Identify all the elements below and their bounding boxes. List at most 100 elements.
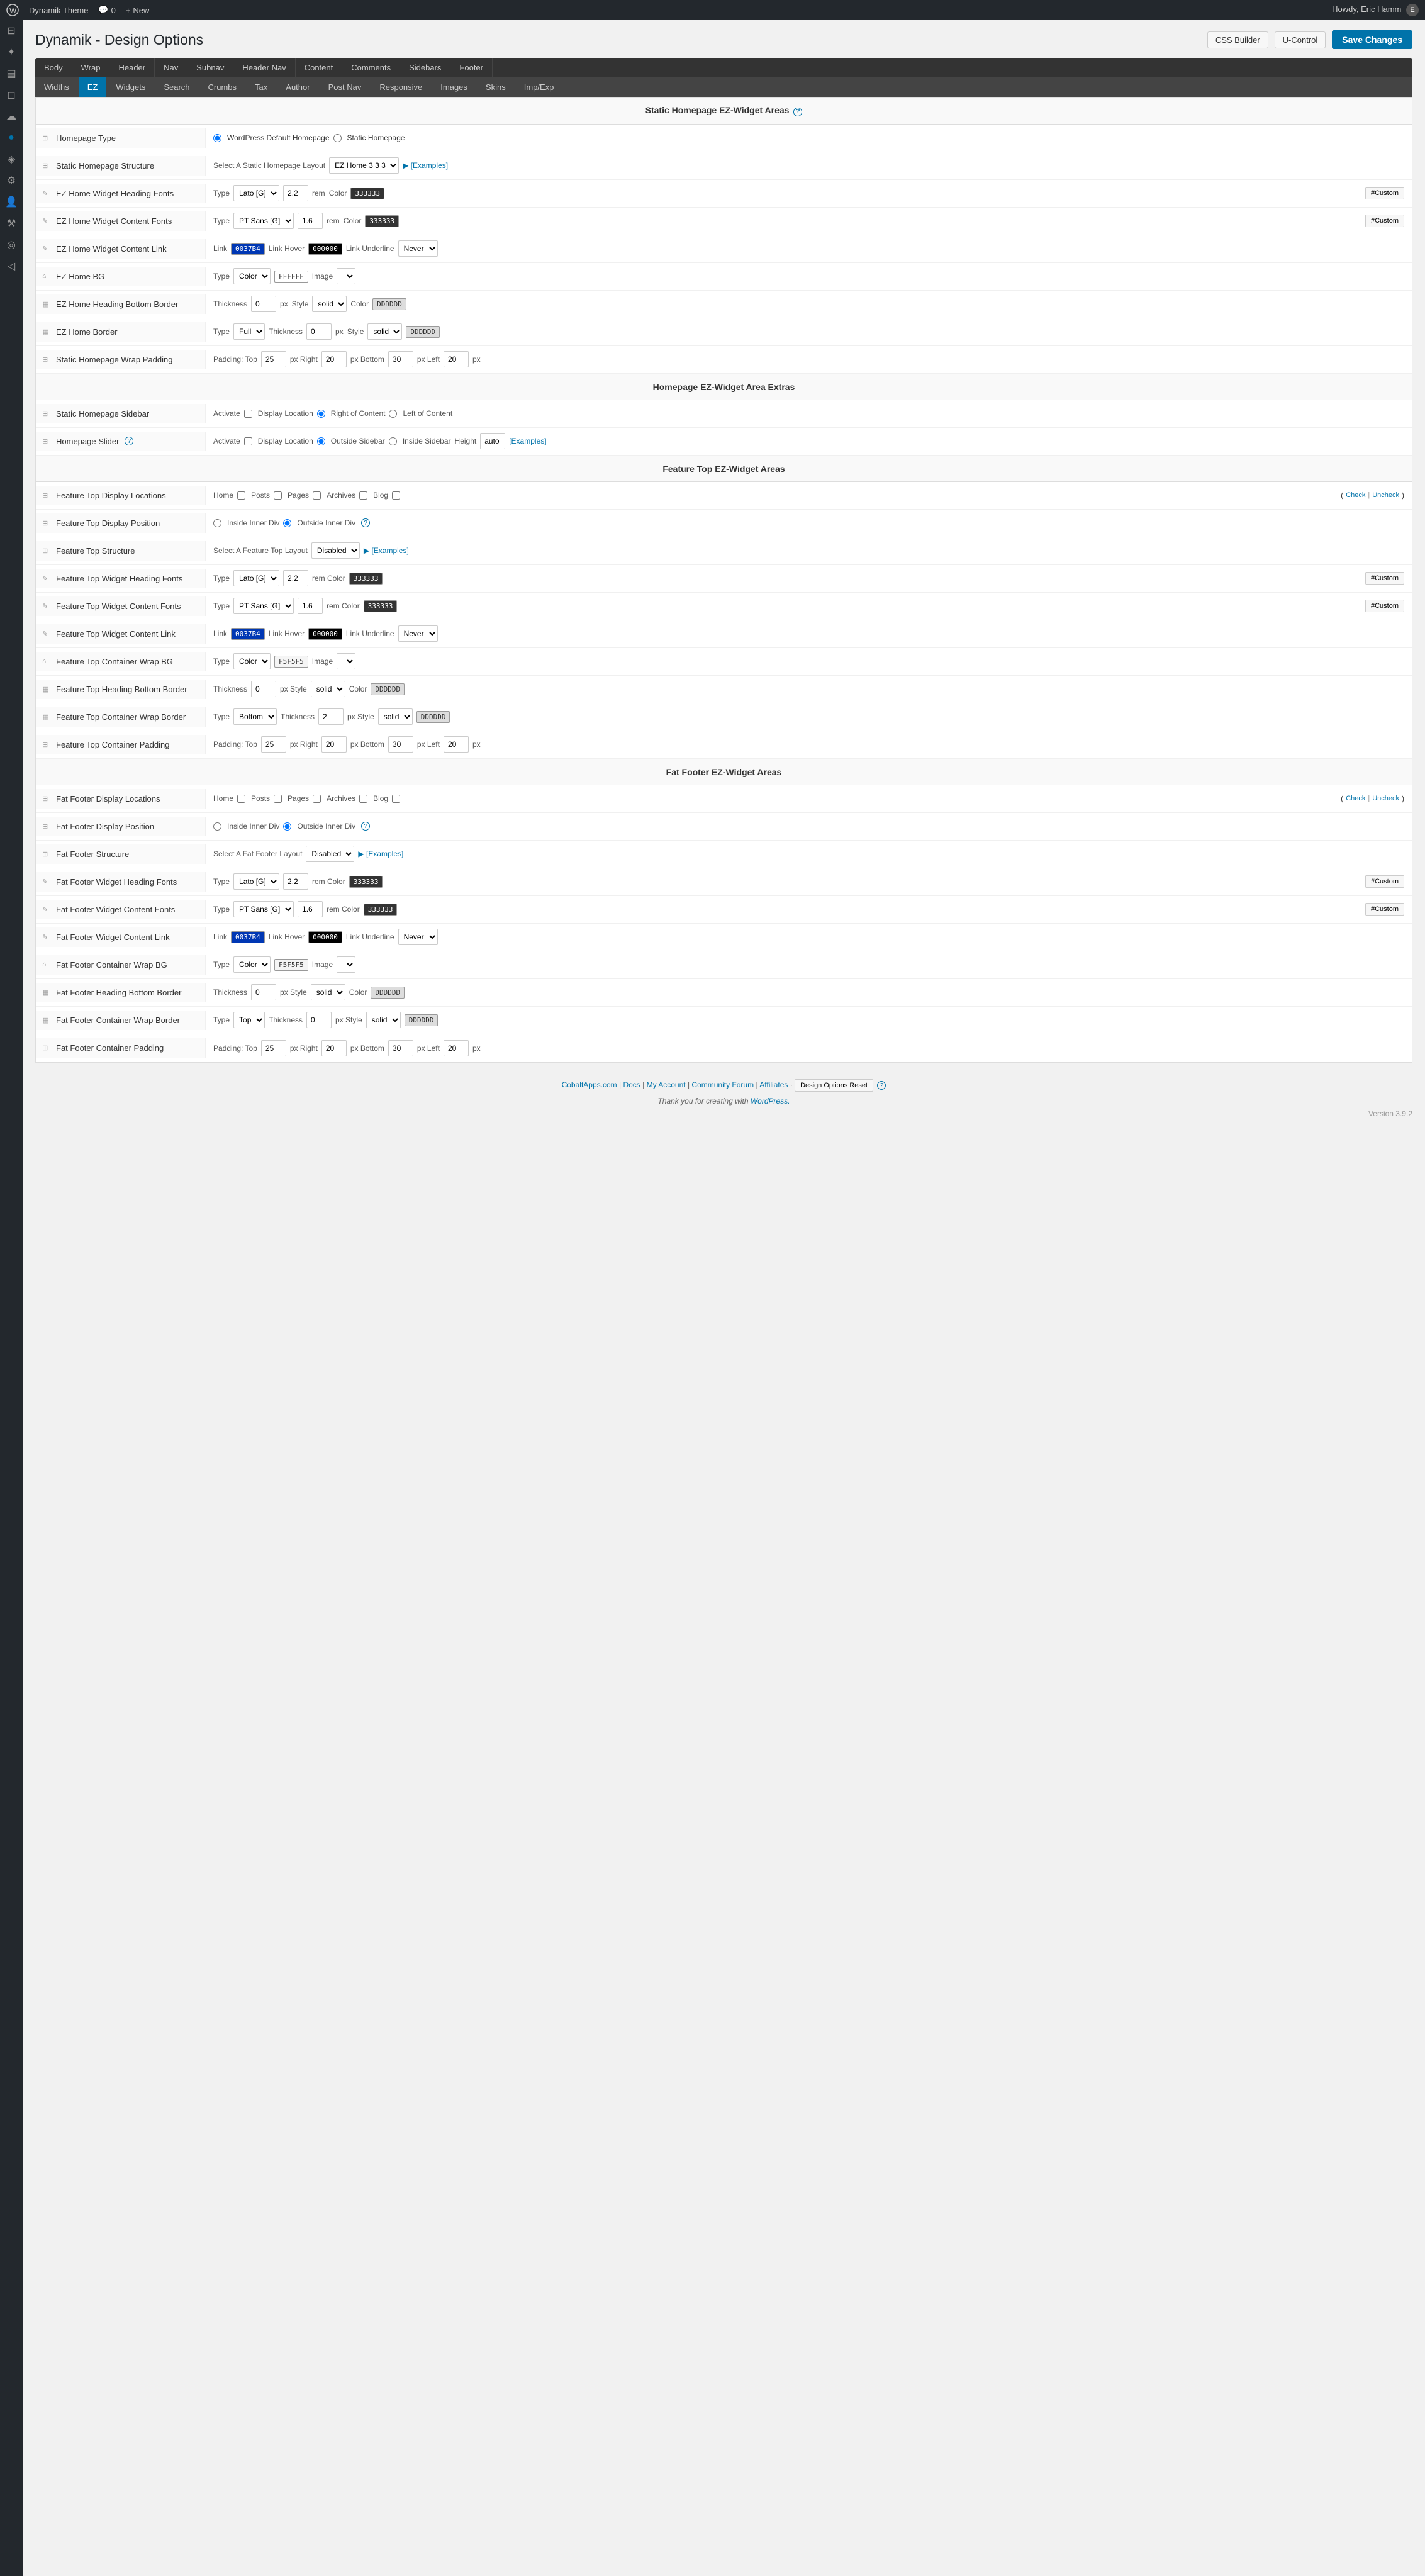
tab-crumbs[interactable]: Crumbs (199, 77, 247, 97)
feature-top-link-hover-color-display[interactable]: 000000 (308, 628, 342, 640)
fat-footer-structure-select[interactable]: Disabled (306, 846, 354, 862)
feature-top-content-size-input[interactable] (298, 598, 323, 614)
tab-content[interactable]: Content (296, 58, 343, 77)
tab-search[interactable]: Search (155, 77, 199, 97)
sidebar-collapse-icon[interactable]: ◁ (0, 255, 23, 277)
feature-top-check-all-link[interactable]: Check (1346, 491, 1365, 499)
feature-top-heading-size-input[interactable] (283, 570, 308, 586)
fat-footer-content-color-display[interactable]: 333333 (364, 904, 398, 916)
footer-docs-link[interactable]: Docs (623, 1080, 640, 1089)
static-homepage-help-link[interactable]: ? (793, 108, 802, 116)
fat-footer-heading-size-input[interactable] (283, 873, 308, 890)
static-homepage-sidebar-activate-check[interactable] (244, 410, 252, 418)
feature-top-padding-bottom-input[interactable] (388, 736, 413, 753)
fat-footer-padding-bottom-input[interactable] (388, 1040, 413, 1056)
feature-top-content-custom-btn[interactable]: #Custom (1365, 600, 1404, 612)
u-control-button[interactable]: U-Control (1275, 31, 1326, 48)
homepage-slider-height-input[interactable] (480, 433, 505, 449)
ez-home-bg-type-select[interactable]: Color (233, 268, 271, 284)
tab-widths[interactable]: Widths (35, 77, 79, 97)
ff-outside-radio[interactable] (283, 822, 291, 831)
ez-home-link-color-display[interactable]: 0037B4 (231, 243, 265, 255)
wp-logo-icon[interactable]: W (6, 4, 19, 16)
feature-top-bg-color-display[interactable]: F5F5F5 (274, 656, 308, 668)
fat-footer-check-all-link[interactable]: Check (1346, 795, 1365, 802)
ez-home-content-size-input[interactable] (298, 213, 323, 229)
ez-home-heading-color-display[interactable]: 333333 (350, 188, 384, 199)
feature-top-heading-custom-btn[interactable]: #Custom (1365, 572, 1404, 585)
feature-top-bg-image-select[interactable] (337, 653, 355, 669)
fat-footer-bg-color-display[interactable]: F5F5F5 (274, 959, 308, 971)
ff-inside-radio[interactable] (213, 822, 221, 831)
slider-inside-radio[interactable] (389, 437, 397, 445)
static-homepage-structure-select[interactable]: EZ Home 3 3 3 (329, 157, 399, 174)
fat-footer-bg-type-select[interactable]: Color (233, 956, 271, 973)
homepage-type-default-radio[interactable] (213, 134, 221, 142)
ez-home-border-type-select[interactable]: Full (233, 323, 265, 340)
tab-footer[interactable]: Footer (450, 58, 493, 77)
feature-top-heading-font-select[interactable]: Lato [G] (233, 570, 279, 586)
ez-home-bg-image-select[interactable] (337, 268, 355, 284)
fat-footer-bg-image-select[interactable] (337, 956, 355, 973)
footer-my-account-link[interactable]: My Account (647, 1080, 686, 1089)
fat-footer-content-font-select[interactable]: PT Sans [G] (233, 901, 294, 917)
tab-header-nav[interactable]: Header Nav (233, 58, 295, 77)
fat-footer-wrap-border-type-select[interactable]: Top (233, 1012, 265, 1028)
ez-home-heading-border-color-display[interactable]: DDDDDD (372, 298, 406, 310)
sidebar-left-radio[interactable] (389, 410, 397, 418)
tab-post-nav[interactable]: Post Nav (320, 77, 371, 97)
feature-top-wrap-border-style-select[interactable]: solid (378, 708, 413, 725)
fat-footer-link-hover-color-display[interactable]: 000000 (308, 931, 342, 943)
static-homepage-examples-link[interactable]: ▶ [Examples] (403, 161, 448, 170)
sidebar-plugins-icon[interactable]: ⚙ (0, 170, 23, 191)
feature-top-wrap-border-thickness-input[interactable] (318, 708, 344, 725)
ez-home-heading-border-style-select[interactable]: solid (312, 296, 347, 312)
feature-top-home-check[interactable] (237, 491, 245, 500)
fat-footer-padding-left-input[interactable] (444, 1040, 469, 1056)
ez-home-border-thickness-input[interactable] (306, 323, 332, 340)
ez-home-heading-font-select[interactable]: Lato [G] (233, 185, 279, 201)
feature-top-padding-right-input[interactable] (321, 736, 347, 753)
tab-nav[interactable]: Nav (155, 58, 187, 77)
tab-ez[interactable]: EZ (79, 77, 108, 97)
fat-footer-wrap-border-style-select[interactable]: solid (366, 1012, 401, 1028)
fat-footer-pages-check[interactable] (313, 795, 321, 803)
adminbar-comments[interactable]: 💬 0 (98, 5, 115, 15)
fat-footer-structure-examples-link[interactable]: ▶ [Examples] (358, 849, 403, 858)
static-homepage-padding-bottom-input[interactable] (388, 351, 413, 367)
tab-responsive[interactable]: Responsive (371, 77, 432, 97)
ez-home-heading-size-input[interactable] (283, 185, 308, 201)
ez-home-border-color-display[interactable]: DDDDDD (406, 326, 440, 338)
fat-footer-heading-font-select[interactable]: Lato [G] (233, 873, 279, 890)
footer-community-forum-link[interactable]: Community Forum (691, 1080, 754, 1089)
ez-home-content-custom-btn[interactable]: #Custom (1365, 215, 1404, 227)
fat-footer-content-size-input[interactable] (298, 901, 323, 917)
homepage-slider-examples-link[interactable]: [Examples] (509, 437, 546, 445)
sidebar-users-icon[interactable]: 👤 (0, 191, 23, 213)
feature-top-content-color-display[interactable]: 333333 (364, 600, 398, 612)
footer-wordpress-link[interactable]: WordPress. (751, 1097, 790, 1106)
footer-affiliates-link[interactable]: Affiliates (759, 1080, 788, 1089)
ez-home-heading-custom-btn[interactable]: #Custom (1365, 187, 1404, 199)
feature-top-heading-border-color-display[interactable]: DDDDDD (371, 683, 405, 695)
fat-footer-archives-check[interactable] (359, 795, 367, 803)
feature-top-content-font-select[interactable]: PT Sans [G] (233, 598, 294, 614)
tab-skins[interactable]: Skins (477, 77, 515, 97)
fat-footer-content-custom-btn[interactable]: #Custom (1365, 903, 1404, 916)
fat-footer-heading-border-style-select[interactable]: solid (311, 984, 345, 1000)
tab-wrap[interactable]: Wrap (72, 58, 110, 77)
feature-top-posts-check[interactable] (274, 491, 282, 500)
feature-top-link-color-display[interactable]: 0037B4 (231, 628, 265, 640)
sidebar-dynamik-icon[interactable]: ● (0, 127, 23, 148)
footer-cobaltapps-link[interactable]: CobaltApps.com (562, 1080, 617, 1089)
ez-home-link-underline-select[interactable]: Never (398, 240, 438, 257)
feature-top-wrap-border-color-display[interactable]: DDDDDD (416, 711, 450, 723)
tab-images[interactable]: Images (432, 77, 477, 97)
tab-widgets[interactable]: Widgets (107, 77, 155, 97)
sidebar-tools-icon[interactable]: ⚒ (0, 213, 23, 234)
ez-home-link-hover-color-display[interactable]: 000000 (308, 243, 342, 255)
feature-top-heading-border-thickness-input[interactable] (251, 681, 276, 697)
fat-footer-home-check[interactable] (237, 795, 245, 803)
feature-top-heading-color-display[interactable]: 333333 (349, 573, 383, 585)
save-changes-button[interactable]: Save Changes (1332, 30, 1412, 49)
